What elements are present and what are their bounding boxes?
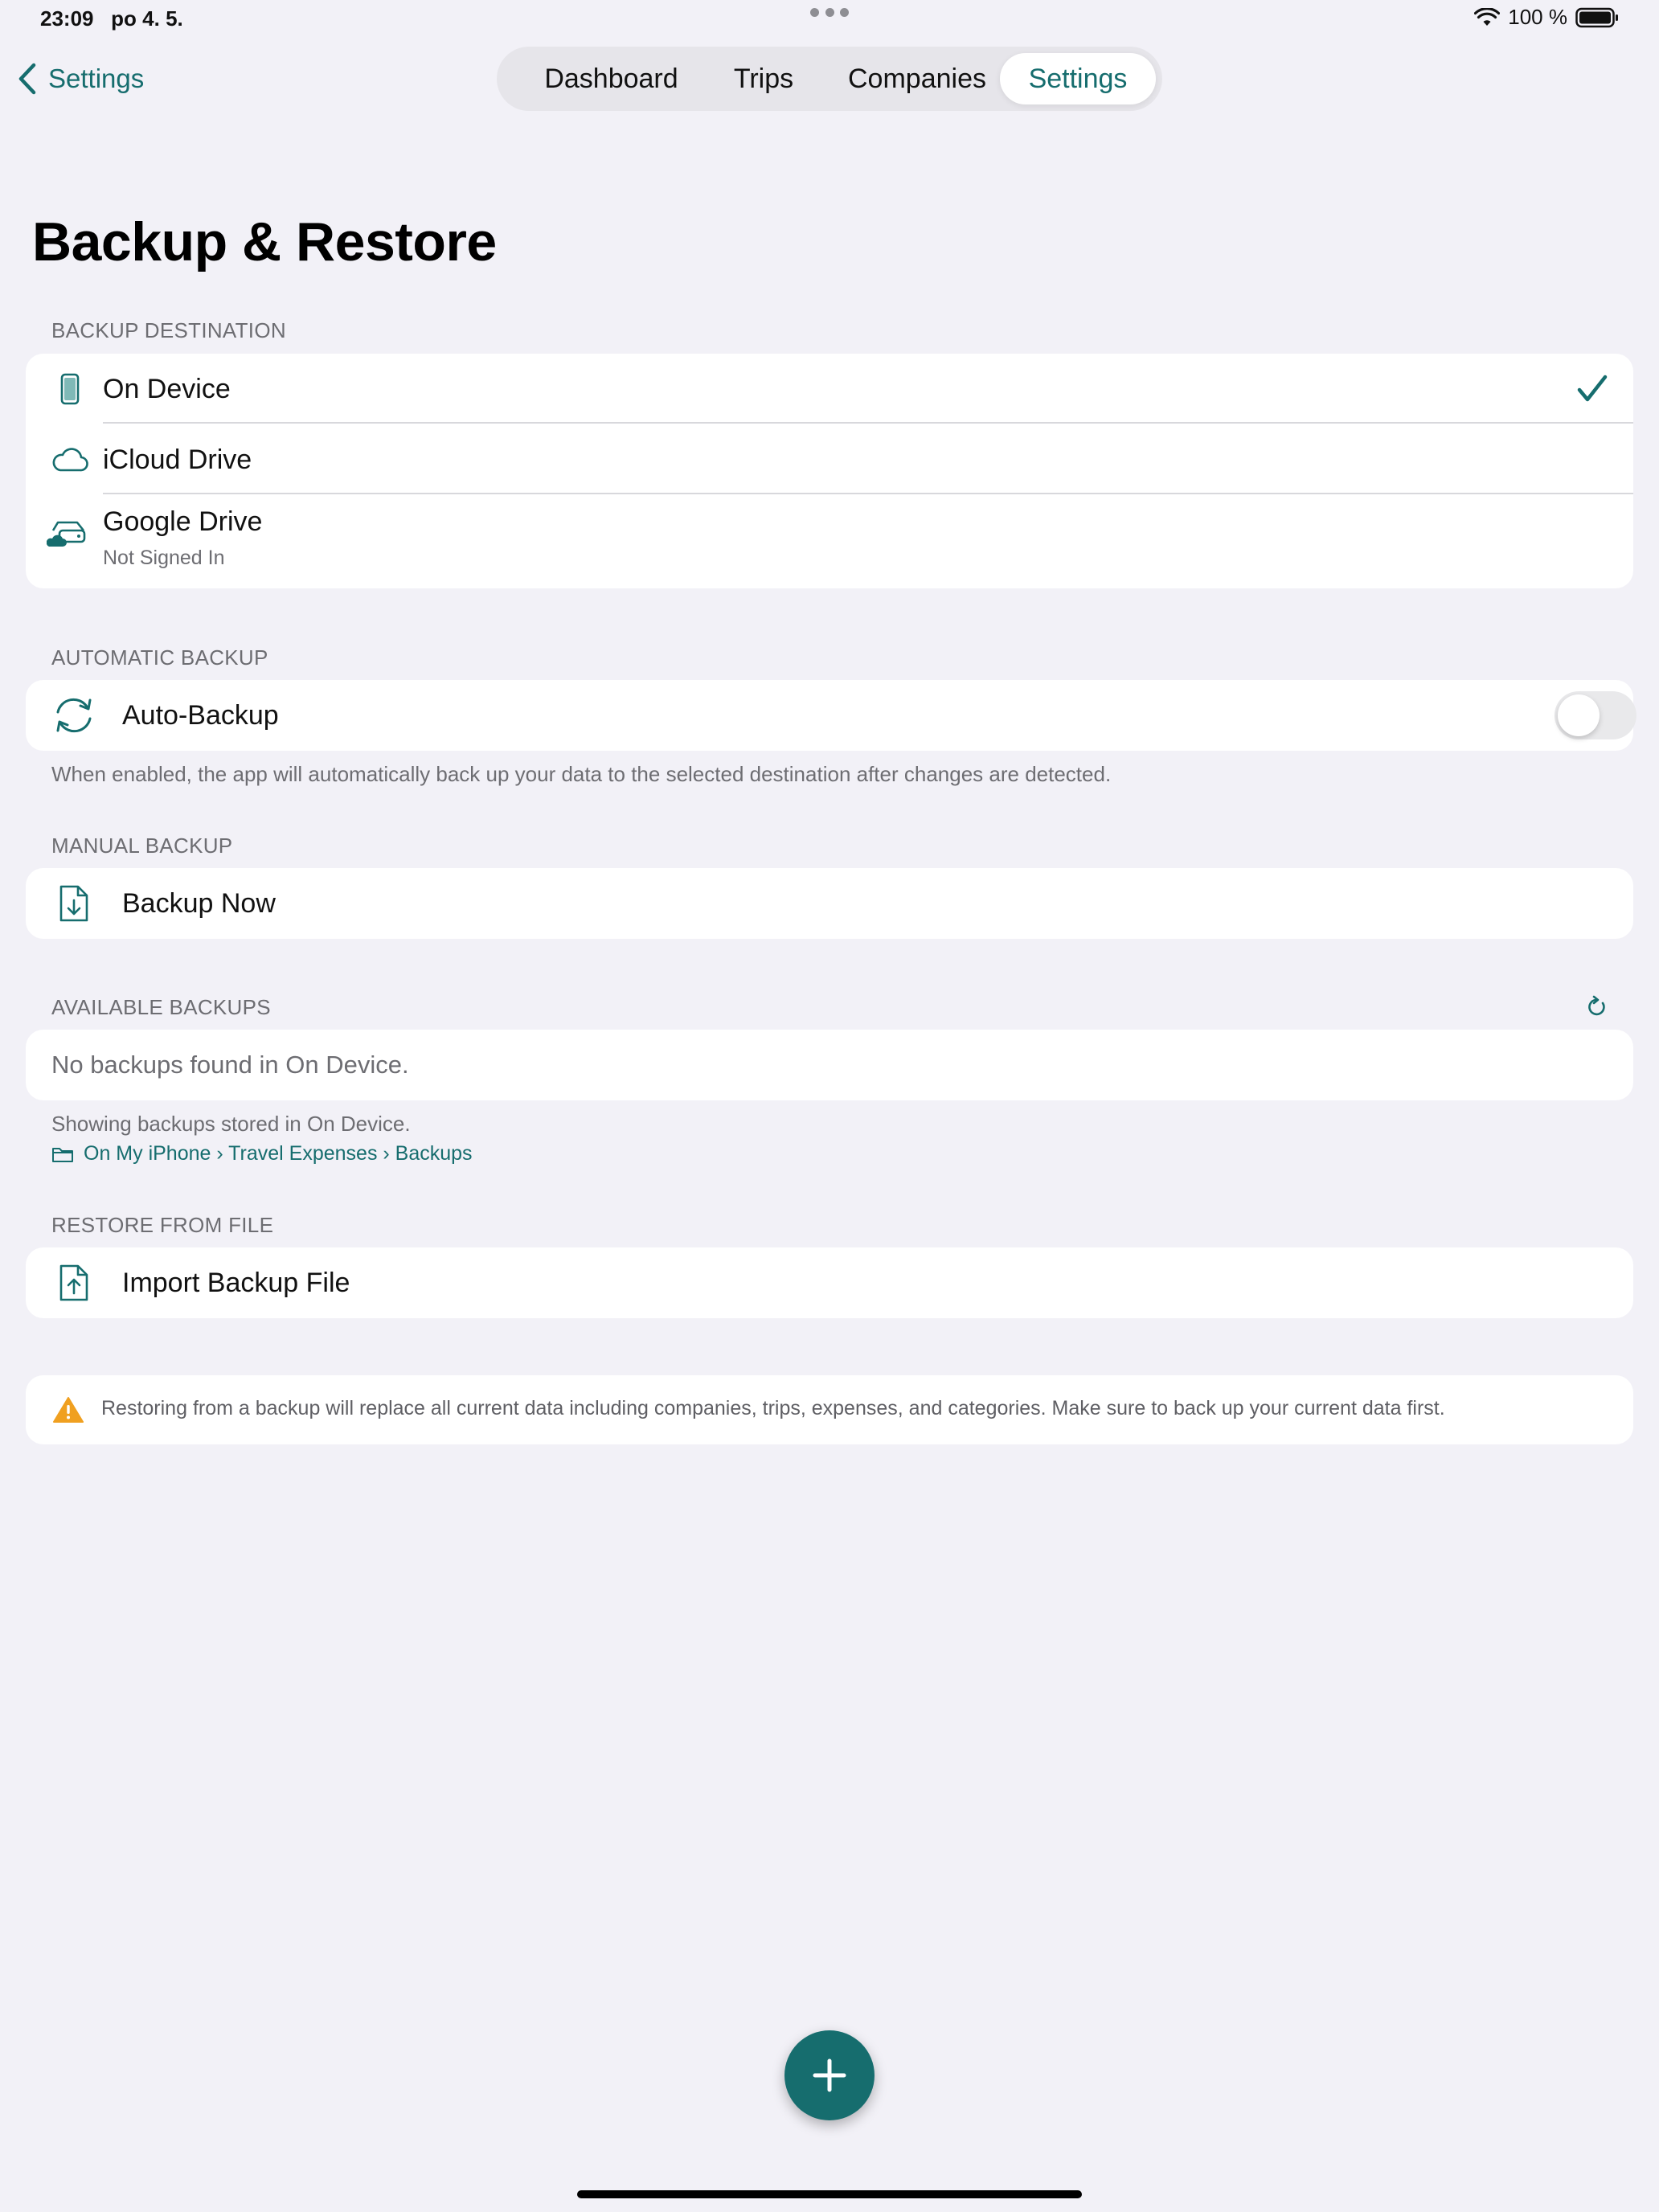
backup-now-button[interactable]: Backup Now xyxy=(26,868,1633,939)
phone-icon xyxy=(59,373,80,405)
section-header-backup-destination: BACKUP DESTINATION xyxy=(51,318,286,342)
multitasking-dots-icon[interactable] xyxy=(810,8,849,17)
section-header-available-backups: AVAILABLE BACKUPS xyxy=(51,995,271,1019)
auto-backup-label: Auto-Backup xyxy=(122,700,279,731)
backup-now-label: Backup Now xyxy=(122,888,276,919)
add-button[interactable] xyxy=(784,2030,875,2120)
destination-label: On Device xyxy=(103,374,231,404)
chevron-left-icon xyxy=(18,63,37,95)
warning-text: Restoring from a backup will replace all… xyxy=(101,1397,1445,1419)
document-upload-icon xyxy=(58,1263,90,1303)
auto-backup-row: Auto-Backup xyxy=(26,680,1636,751)
status-date: po 4. 5. xyxy=(111,6,183,31)
status-indicators: 100 % xyxy=(1474,5,1619,30)
page-title: Backup & Restore xyxy=(32,211,497,272)
destination-label: Google Drive xyxy=(103,506,263,537)
folder-path-label: On My iPhone › Travel Expenses › Backups xyxy=(84,1142,473,1165)
destination-icloud-drive[interactable]: iCloud Drive xyxy=(26,424,1633,495)
restore-warning: Restoring from a backup will replace all… xyxy=(26,1375,1633,1444)
cloud-drive-icon xyxy=(47,519,87,548)
battery-percent: 100 % xyxy=(1508,5,1567,29)
home-indicator[interactable] xyxy=(577,2190,1082,2198)
document-download-icon xyxy=(58,883,90,924)
plus-icon xyxy=(812,2058,847,2093)
status-time: 23:09 po 4. 5. xyxy=(40,6,183,31)
destination-on-device[interactable]: On Device xyxy=(26,354,1633,424)
checkmark-icon xyxy=(1577,375,1608,403)
backups-location-text: Showing backups stored in On Device. xyxy=(51,1112,411,1136)
tab-settings[interactable]: Settings xyxy=(1000,53,1156,104)
tab-dashboard[interactable]: Dashboard xyxy=(521,53,702,104)
import-backup-button[interactable]: Import Backup File xyxy=(26,1247,1633,1318)
back-button-label: Settings xyxy=(48,63,145,93)
folder-icon xyxy=(51,1145,74,1163)
separator xyxy=(103,493,1633,494)
backups-folder-path[interactable]: On My iPhone › Travel Expenses › Backups xyxy=(51,1142,473,1165)
cloud-icon xyxy=(51,447,88,473)
empty-backups-message: No backups found in On Device. xyxy=(51,1051,409,1079)
auto-backup-footer: When enabled, the app will automatically… xyxy=(51,762,1112,786)
tab-companies[interactable]: Companies xyxy=(825,53,1010,104)
section-header-manual-backup: MANUAL BACKUP xyxy=(51,834,233,858)
backup-destination-card: On Device iCloud Drive Google Drive Not … xyxy=(26,354,1633,588)
tab-trips[interactable]: Trips xyxy=(707,53,820,104)
status-clock: 23:09 xyxy=(40,6,94,31)
toggle-knob xyxy=(1558,694,1600,736)
tab-bar: Dashboard Trips Companies Settings xyxy=(497,47,1162,111)
wifi-icon xyxy=(1474,7,1501,27)
separator xyxy=(103,422,1633,424)
refresh-icon[interactable] xyxy=(1587,995,1608,1018)
section-header-restore: RESTORE FROM FILE xyxy=(51,1213,274,1237)
destination-label: iCloud Drive xyxy=(103,444,252,475)
sync-icon xyxy=(51,696,96,735)
warning-icon xyxy=(53,1396,84,1423)
available-backups-card: No backups found in On Device. xyxy=(26,1030,1633,1100)
auto-backup-toggle[interactable] xyxy=(1555,691,1636,739)
section-header-automatic-backup: AUTOMATIC BACKUP xyxy=(51,645,268,670)
sign-in-status: Not Signed In xyxy=(103,547,225,569)
destination-google-drive[interactable]: Google Drive Not Signed In xyxy=(26,495,1633,588)
back-button[interactable]: Settings xyxy=(18,58,144,100)
import-backup-label: Import Backup File xyxy=(122,1268,350,1298)
battery-icon xyxy=(1575,7,1619,28)
